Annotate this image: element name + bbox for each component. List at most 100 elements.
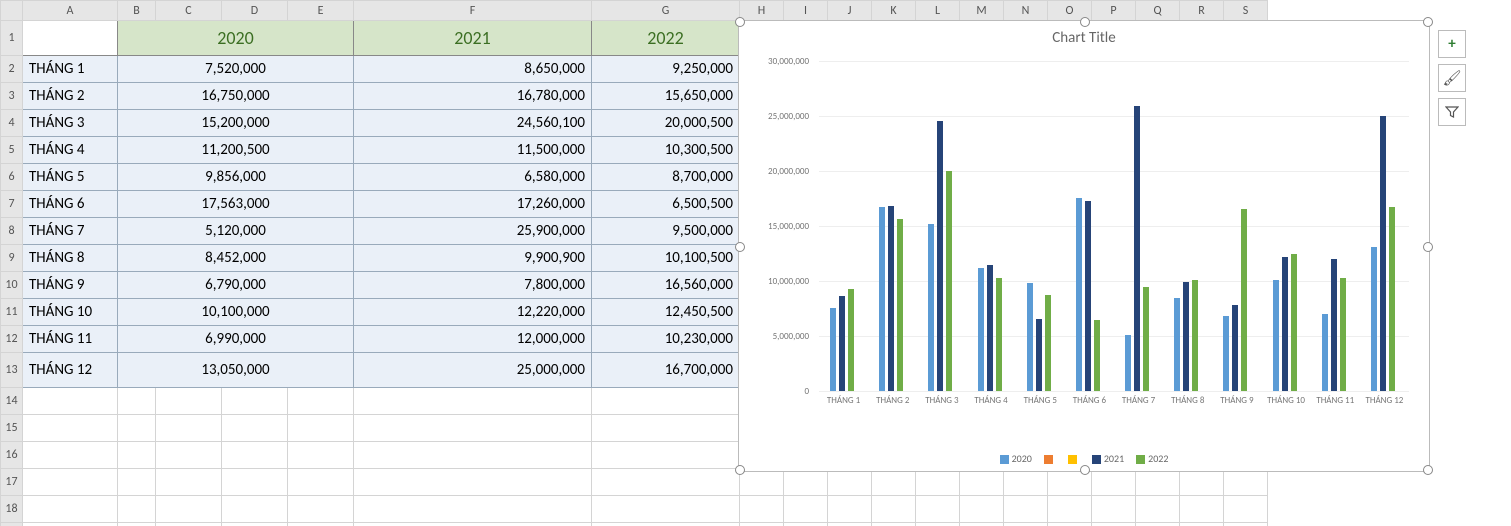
col-header[interactable]: M	[960, 1, 1004, 21]
cell-value-2021[interactable]: 8,650,000	[354, 56, 592, 83]
cell[interactable]	[1136, 496, 1180, 523]
cell-value-2022[interactable]: 16,560,000	[592, 272, 740, 299]
cell[interactable]	[872, 523, 916, 526]
chart-resize-handle[interactable]	[1423, 242, 1433, 252]
col-header[interactable]: Q	[1136, 1, 1180, 21]
cell[interactable]	[23, 496, 118, 523]
cell[interactable]	[118, 523, 156, 526]
cell[interactable]	[1004, 523, 1048, 526]
cell[interactable]	[222, 496, 288, 523]
cell-month[interactable]: THÁNG 9	[23, 272, 118, 299]
cell-year-2022[interactable]: 2022	[592, 21, 740, 56]
cell[interactable]	[118, 496, 156, 523]
chart-resize-handle[interactable]	[1080, 465, 1090, 475]
col-header[interactable]: L	[916, 1, 960, 21]
col-header[interactable]: D	[222, 1, 288, 21]
chart-resize-handle[interactable]	[1423, 465, 1433, 475]
cell[interactable]	[592, 442, 740, 469]
cell[interactable]	[118, 388, 156, 415]
cell[interactable]	[288, 469, 354, 496]
col-header[interactable]: E	[288, 1, 354, 21]
cell-year-2021[interactable]: 2021	[354, 21, 592, 56]
cell[interactable]	[592, 523, 740, 526]
embedded-chart[interactable]: Chart Title 05,000,00010,000,00015,000,0…	[738, 20, 1430, 472]
col-header[interactable]: F	[354, 1, 592, 21]
cell-value-2020[interactable]: 6,790,000	[118, 272, 354, 299]
cell-value-2022[interactable]: 15,650,000	[592, 83, 740, 110]
cell[interactable]	[23, 388, 118, 415]
cell[interactable]	[1092, 496, 1136, 523]
cell-value-2020[interactable]: 15,200,000	[118, 110, 354, 137]
col-header[interactable]: B	[118, 1, 156, 21]
cell-value-2021[interactable]: 11,500,000	[354, 137, 592, 164]
cell[interactable]	[740, 469, 784, 496]
cell-value-2021[interactable]: 17,260,000	[354, 191, 592, 218]
cell[interactable]	[592, 496, 740, 523]
col-header[interactable]: P	[1092, 1, 1136, 21]
cell[interactable]	[23, 523, 118, 526]
row-header[interactable]: 1	[1, 21, 23, 56]
col-header[interactable]: A	[23, 1, 118, 21]
cell[interactable]	[354, 415, 592, 442]
chart-styles-button[interactable]: 🖌	[1438, 64, 1466, 92]
cell-month[interactable]: THÁNG 10	[23, 299, 118, 326]
row-header[interactable]: 14	[1, 388, 23, 415]
cell-value-2022[interactable]: 20,000,500	[592, 110, 740, 137]
cell[interactable]	[288, 496, 354, 523]
cell-year-2020[interactable]: 2020	[118, 21, 354, 56]
cell[interactable]	[872, 496, 916, 523]
cell[interactable]	[740, 496, 784, 523]
chart-resize-handle[interactable]	[1423, 17, 1433, 27]
cell[interactable]	[1180, 469, 1224, 496]
cell[interactable]	[23, 415, 118, 442]
chart-resize-handle[interactable]	[1080, 17, 1090, 27]
cell-value-2020[interactable]: 13,050,000	[118, 353, 354, 388]
cell[interactable]	[354, 388, 592, 415]
cell-value-2020[interactable]: 10,100,000	[118, 299, 354, 326]
chart-elements-button[interactable]: +	[1438, 30, 1466, 58]
row-header[interactable]: 19	[1, 523, 23, 526]
cell-month[interactable]: THÁNG 6	[23, 191, 118, 218]
cell-value-2020[interactable]: 11,200,500	[118, 137, 354, 164]
row-header[interactable]: 12	[1, 326, 23, 353]
cell[interactable]	[156, 442, 222, 469]
cell[interactable]	[828, 496, 872, 523]
chart-filter-button[interactable]	[1438, 98, 1466, 126]
cell[interactable]	[1224, 523, 1268, 526]
cell-value-2020[interactable]: 9,856,000	[118, 164, 354, 191]
cell-value-2022[interactable]: 6,500,500	[592, 191, 740, 218]
cell[interactable]	[156, 496, 222, 523]
cell[interactable]	[1224, 469, 1268, 496]
row-header[interactable]: 18	[1, 496, 23, 523]
col-header[interactable]: I	[784, 1, 828, 21]
cell-value-2022[interactable]: 10,100,500	[592, 245, 740, 272]
cell-value-2021[interactable]: 6,580,000	[354, 164, 592, 191]
cell[interactable]	[592, 415, 740, 442]
cell[interactable]	[592, 469, 740, 496]
col-header[interactable]: H	[740, 1, 784, 21]
col-header[interactable]: C	[156, 1, 222, 21]
cell[interactable]	[118, 415, 156, 442]
cell[interactable]	[1004, 469, 1048, 496]
row-header[interactable]: 11	[1, 299, 23, 326]
cell[interactable]	[222, 442, 288, 469]
row-header[interactable]: 17	[1, 469, 23, 496]
row-header[interactable]: 7	[1, 191, 23, 218]
cell[interactable]	[592, 388, 740, 415]
cell-value-2022[interactable]: 9,250,000	[592, 56, 740, 83]
cell[interactable]	[1048, 523, 1092, 526]
cell[interactable]	[1180, 496, 1224, 523]
cell-month[interactable]: THÁNG 8	[23, 245, 118, 272]
cell[interactable]	[784, 523, 828, 526]
cell[interactable]	[354, 469, 592, 496]
cell-value-2021[interactable]: 12,000,000	[354, 326, 592, 353]
col-header[interactable]: G	[592, 1, 740, 21]
cell[interactable]	[23, 469, 118, 496]
cell-month[interactable]: THÁNG 5	[23, 164, 118, 191]
cell[interactable]	[1136, 469, 1180, 496]
cell-value-2021[interactable]: 25,900,000	[354, 218, 592, 245]
chart-resize-handle[interactable]	[735, 17, 745, 27]
cell[interactable]	[1224, 496, 1268, 523]
cell-month[interactable]: THÁNG 2	[23, 83, 118, 110]
cell[interactable]	[156, 469, 222, 496]
